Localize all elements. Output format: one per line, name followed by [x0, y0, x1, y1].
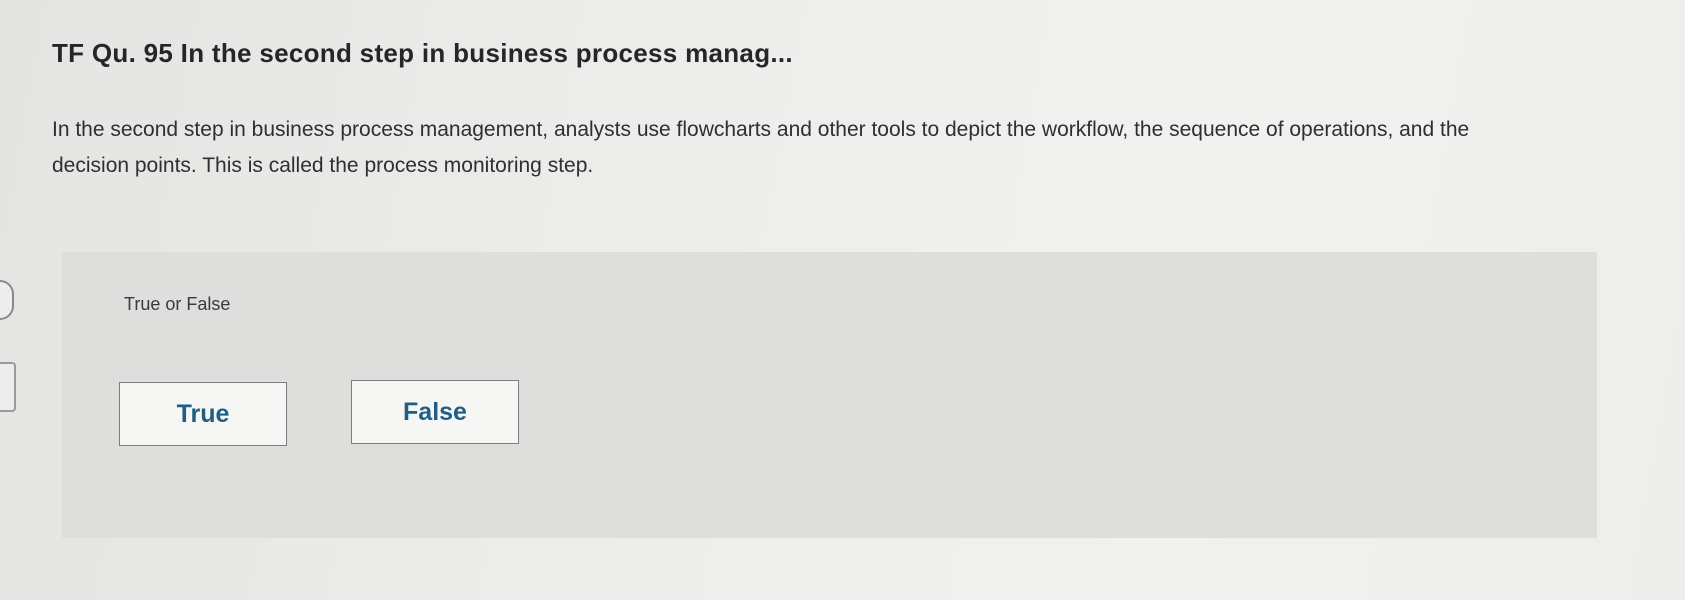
false-button[interactable]: False	[351, 380, 519, 444]
left-edge-control-bottom	[0, 362, 16, 412]
true-button[interactable]: True	[119, 382, 287, 446]
answer-prompt: True or False	[124, 294, 231, 314]
question-body: In the second step in business process m…	[52, 118, 1470, 177]
answer-panel: True or False True False	[62, 252, 1597, 538]
left-edge-control-top	[0, 280, 14, 320]
question-title: TF Qu. 95 In the second step in business…	[52, 38, 793, 68]
